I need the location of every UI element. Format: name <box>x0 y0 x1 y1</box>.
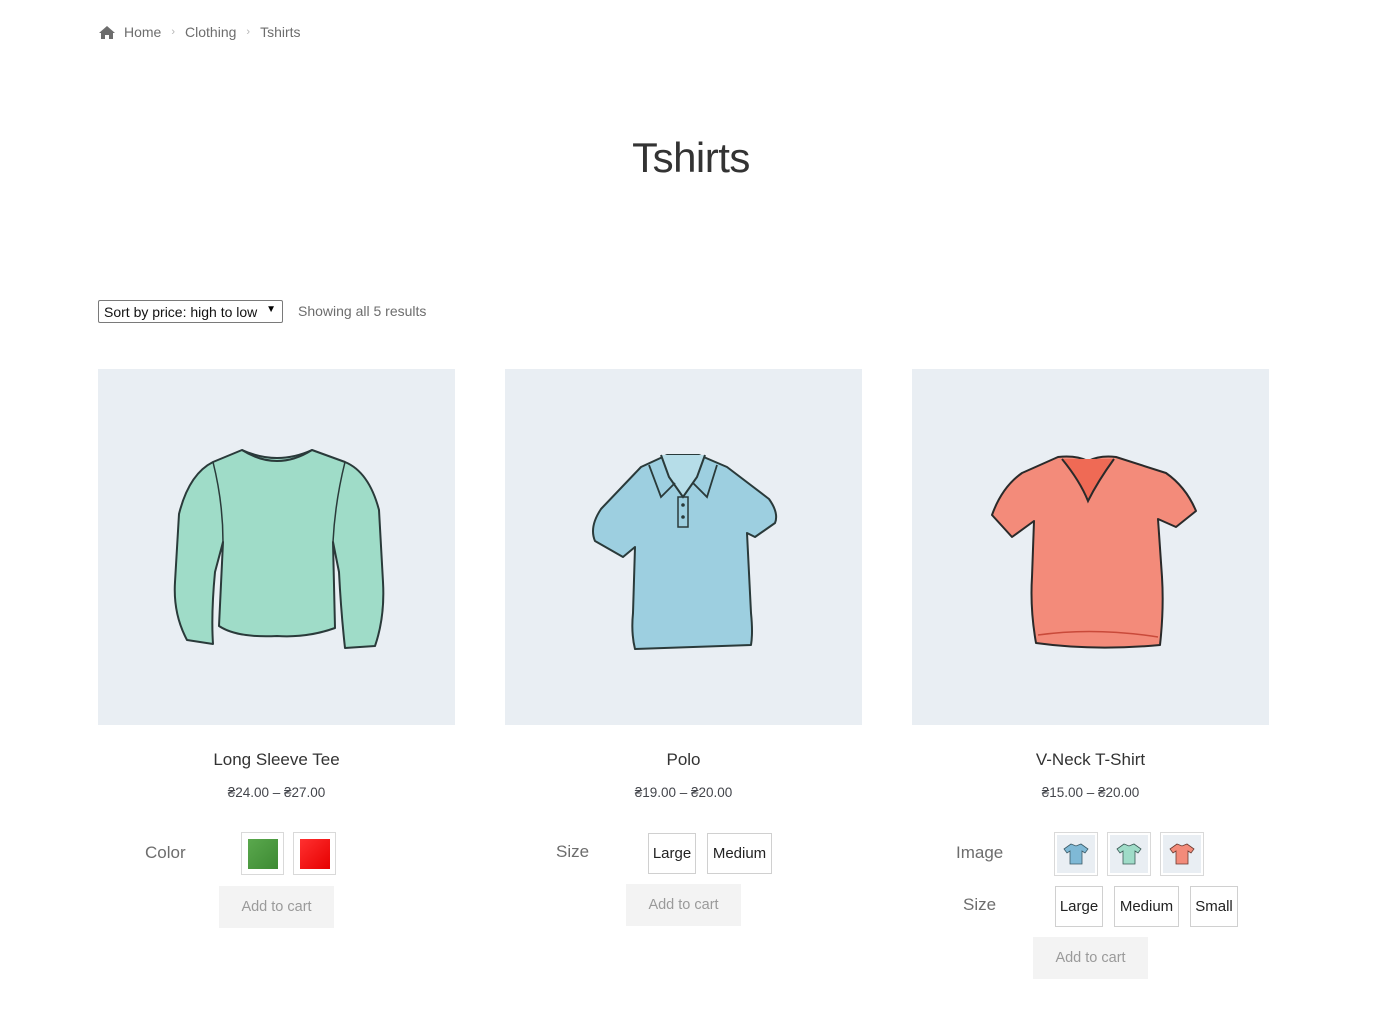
results-count: Showing all 5 results <box>298 303 427 319</box>
product-price: ₴15.00 – ₴20.00 <box>1041 785 1140 800</box>
attribute-label-size: Size <box>556 842 590 861</box>
product-image[interactable] <box>912 369 1269 725</box>
polo-shirt-icon <box>591 454 777 650</box>
size-option-small[interactable]: Small <box>1190 886 1238 927</box>
chevron-right-icon: › <box>171 26 176 38</box>
breadcrumb: Home › Clothing › Tshirts <box>98 22 301 42</box>
add-to-cart-button[interactable]: Add to cart <box>219 886 334 928</box>
breadcrumb-home-link[interactable]: Home <box>124 24 161 40</box>
image-swatch-coral[interactable] <box>1160 832 1204 876</box>
blue-tshirt-icon <box>1057 835 1095 873</box>
product-name[interactable]: Long Sleeve Tee <box>98 750 455 770</box>
chevron-right-icon: › <box>246 26 251 38</box>
product-card: Polo ₴19.00 – ₴20.00 <box>505 369 862 800</box>
product-card: Long Sleeve Tee ₴24.00 – ₴27.00 <box>98 369 455 800</box>
coral-tshirt-icon <box>1163 835 1201 873</box>
attribute-label-size: Size <box>963 895 997 914</box>
color-swatch-red[interactable] <box>293 832 336 875</box>
red-color-box <box>299 838 330 869</box>
home-icon[interactable] <box>98 25 116 40</box>
product-price: ₴24.00 – ₴27.00 <box>227 785 326 800</box>
sort-select-value: Sort by price: high to low <box>104 303 258 320</box>
product-image[interactable] <box>505 369 862 725</box>
product-image[interactable] <box>98 369 455 725</box>
long-sleeve-tee-icon <box>173 449 384 649</box>
product-card: V-Neck T-Shirt ₴15.00 – ₴20.00 <box>912 369 1269 800</box>
attribute-label-image: Image <box>956 843 1004 862</box>
attribute-label-color: Color <box>145 843 186 862</box>
color-swatch-green[interactable] <box>241 832 284 875</box>
sort-select[interactable]: Sort by price: high to low ▼ <box>98 300 283 323</box>
size-option-medium[interactable]: Medium <box>1114 886 1179 927</box>
breadcrumb-clothing-link[interactable]: Clothing <box>185 24 236 40</box>
product-name[interactable]: Polo <box>505 750 862 770</box>
product-name[interactable]: V-Neck T-Shirt <box>912 750 1269 770</box>
v-neck-tshirt-icon <box>990 455 1197 649</box>
add-to-cart-button[interactable]: Add to cart <box>626 884 741 926</box>
add-to-cart-button[interactable]: Add to cart <box>1033 937 1148 979</box>
size-option-medium[interactable]: Medium <box>707 833 772 874</box>
page-title: Tshirts <box>632 134 750 181</box>
mint-tshirt-icon <box>1110 835 1148 873</box>
size-option-large[interactable]: Large <box>1055 886 1103 927</box>
green-color-box <box>247 838 278 869</box>
image-swatch-mint[interactable] <box>1107 832 1151 876</box>
product-price: ₴19.00 – ₴20.00 <box>634 785 733 800</box>
size-option-large[interactable]: Large <box>648 833 696 874</box>
image-swatch-blue[interactable] <box>1054 832 1098 876</box>
dropdown-caret-icon: ▼ <box>266 304 276 315</box>
breadcrumb-current: Tshirts <box>260 24 301 40</box>
